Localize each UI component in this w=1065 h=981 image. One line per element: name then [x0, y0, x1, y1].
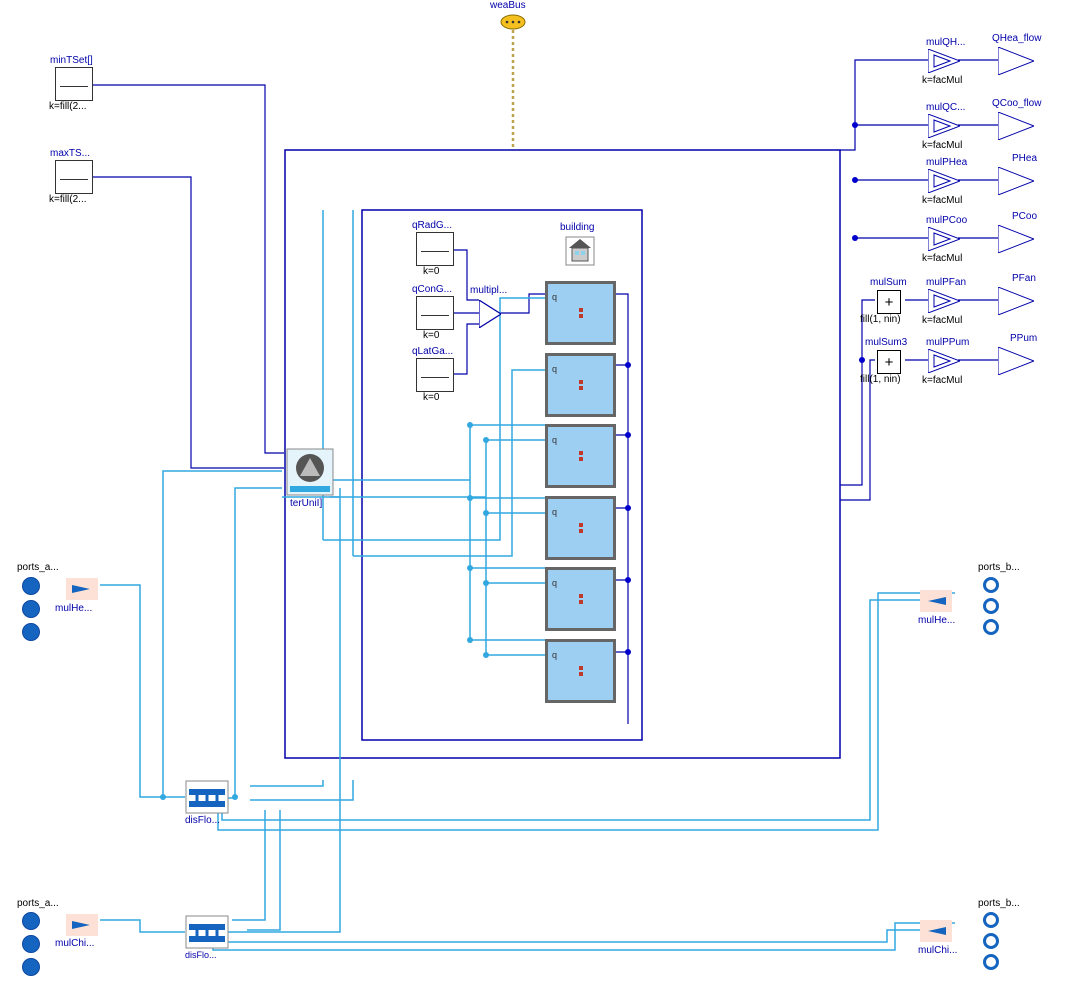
mulqcoo-param: k=facMul: [922, 140, 962, 151]
mulhea-a[interactable]: [66, 578, 98, 600]
terunit-block[interactable]: [286, 448, 334, 499]
qcon-label: qConG...: [412, 284, 452, 295]
mulsum-param: fill(1, nin): [860, 314, 901, 325]
mulsum3-block[interactable]: +: [877, 350, 901, 374]
zone-3[interactable]: q: [545, 424, 616, 488]
multiplex-label: multipl...: [470, 285, 507, 296]
mintset-label: minTSet[]: [50, 55, 93, 66]
mulpcoo-gain[interactable]: [928, 227, 960, 251]
mulqcoo-gain[interactable]: [928, 114, 960, 138]
mulpfan-gain[interactable]: [928, 289, 960, 313]
ports-a-hea-label: ports_a...: [17, 562, 59, 573]
mulhea-b-label: mulHe...: [918, 615, 955, 626]
ppum-out[interactable]: [998, 347, 1034, 375]
mulphea-label: mulPHea: [926, 157, 967, 168]
mulchi-a-label: mulChi...: [55, 938, 94, 949]
mulsum3-param: fill(1, nin): [860, 374, 901, 385]
mulqhea-param: k=facMul: [922, 75, 962, 86]
zone-1[interactable]: q: [545, 281, 616, 345]
ports-a-chi-label: ports_a...: [17, 898, 59, 909]
zone-4[interactable]: q: [545, 496, 616, 560]
multiplex-block[interactable]: [479, 300, 501, 331]
qlat-block[interactable]: [416, 358, 454, 392]
qcon-param: k=0: [423, 330, 439, 341]
qrad-block[interactable]: [416, 232, 454, 266]
disflo-2[interactable]: [185, 915, 225, 947]
mulsum-block[interactable]: +: [877, 290, 901, 314]
mulchi-a[interactable]: [66, 914, 98, 936]
mulppum-label: mulPPum: [926, 337, 969, 348]
zone-6[interactable]: q: [545, 639, 616, 703]
mulchi-b-label: mulChi...: [918, 945, 957, 956]
pcoo-out-label: PCoo: [1012, 211, 1037, 222]
zone-5[interactable]: q: [545, 567, 616, 631]
mulphea-param: k=facMul: [922, 195, 962, 206]
mintset-block[interactable]: [55, 67, 93, 101]
ports-a-hea[interactable]: [22, 577, 40, 646]
ports-b-chi-label: ports_b...: [978, 898, 1020, 909]
ppum-out-label: PPum: [1010, 333, 1037, 344]
building-block[interactable]: [565, 236, 595, 266]
phea-out[interactable]: [998, 167, 1034, 195]
mulppum-param: k=facMul: [922, 375, 962, 386]
disflo-1-label: disFlo...: [185, 815, 220, 826]
mulpfan-label: mulPFan: [926, 277, 966, 288]
qlat-label: qLatGa...: [412, 346, 453, 357]
pfan-out[interactable]: [998, 287, 1034, 315]
weabus-label: weaBus: [490, 0, 526, 11]
pcoo-out[interactable]: [998, 225, 1034, 253]
pfan-out-label: PFan: [1012, 273, 1036, 284]
terunit-label: terUniI]: [290, 498, 322, 509]
mulsum3-label: mulSum3: [865, 337, 907, 348]
ports-b-chi[interactable]: [983, 912, 999, 975]
ports-a-chi[interactable]: [22, 912, 40, 981]
qhea-out[interactable]: [998, 47, 1034, 75]
qcon-block[interactable]: [416, 296, 454, 330]
maxtset-block[interactable]: [55, 160, 93, 194]
mulpfan-param: k=facMul: [922, 315, 962, 326]
qlat-param: k=0: [423, 392, 439, 403]
mulqcoo-label: mulQC...: [926, 102, 965, 113]
phea-out-label: PHea: [1012, 153, 1037, 164]
qrad-param: k=0: [423, 266, 439, 277]
disflo-1[interactable]: [185, 780, 225, 812]
qcoo-out[interactable]: [998, 112, 1034, 140]
mulqhea-label: mulQH...: [926, 37, 965, 48]
ports-b-hea[interactable]: [983, 577, 999, 640]
mulsum-label: mulSum: [870, 277, 907, 288]
mulpcoo-param: k=facMul: [922, 253, 962, 264]
mulhea-b[interactable]: [920, 590, 952, 612]
mulchi-b[interactable]: [920, 920, 952, 942]
mulhea-a-label: mulHe...: [55, 603, 92, 614]
mulppum-gain[interactable]: [928, 349, 960, 373]
qrad-label: qRadG...: [412, 220, 452, 231]
building-label: building: [560, 222, 594, 233]
ports-b-hea-label: ports_b...: [978, 562, 1020, 573]
zone-2[interactable]: q: [545, 353, 616, 417]
weabus-connector: [499, 13, 527, 34]
mulpcoo-label: mulPCoo: [926, 215, 967, 226]
mulqhea-gain[interactable]: [928, 49, 960, 73]
mintset-param: k=fill(2...: [49, 101, 87, 112]
qhea-out-label: QHea_flow: [992, 33, 1041, 44]
maxtset-label: maxTS...: [50, 148, 90, 159]
maxtset-param: k=fill(2...: [49, 194, 87, 205]
qcoo-out-label: QCoo_flow: [992, 98, 1041, 109]
disflo-2-label: disFlo...: [185, 950, 217, 960]
mulphea-gain[interactable]: [928, 169, 960, 193]
